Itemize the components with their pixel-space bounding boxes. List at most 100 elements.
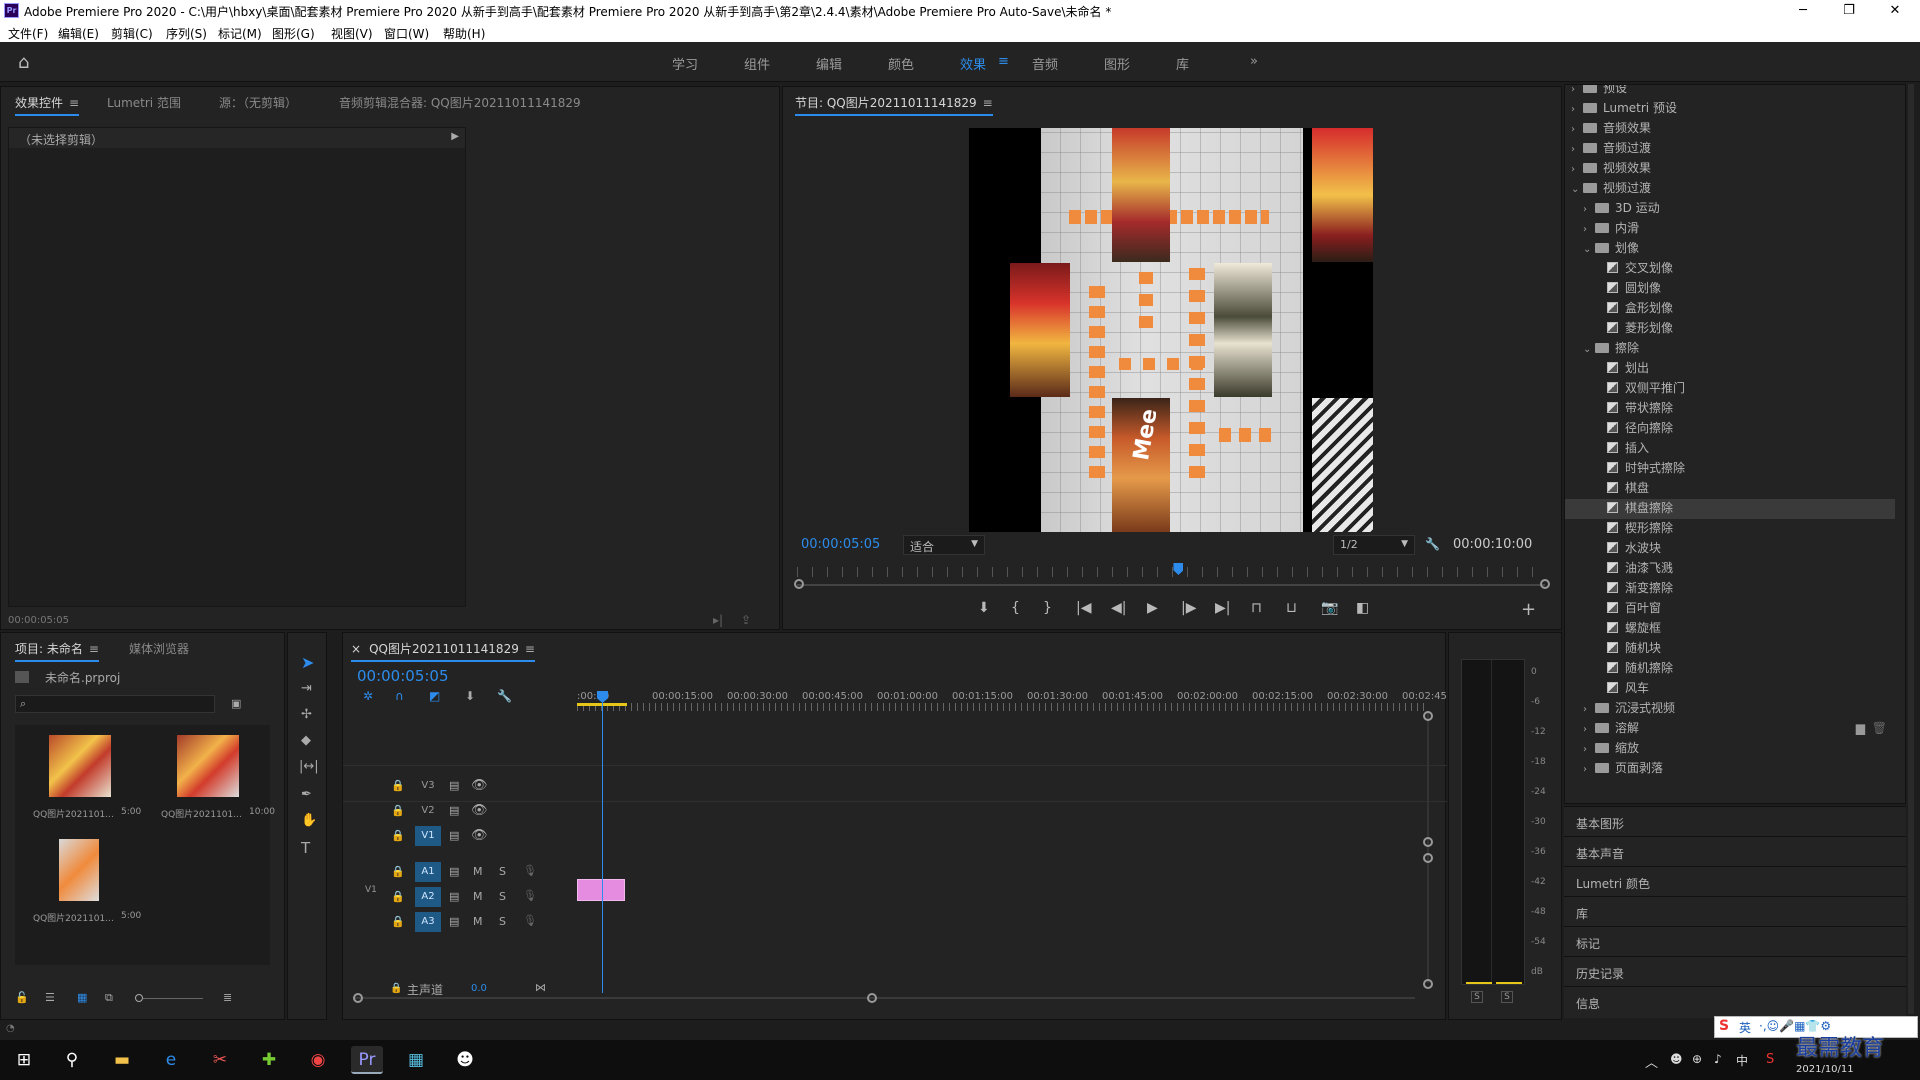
chevron-down-icon[interactable]: ⌄	[1583, 244, 1595, 255]
vscroll-handle[interactable]	[1423, 853, 1433, 863]
effects-tree-item[interactable]: 交叉划像	[1565, 259, 1895, 279]
menu-help[interactable]: 帮助(H)	[443, 25, 485, 42]
tab-project[interactable]: 项目: 未命名 ≡	[15, 640, 99, 662]
chevron-down-icon[interactable]: ⌄	[1583, 344, 1595, 355]
effects-tree-item[interactable]: › 视频效果	[1565, 159, 1895, 179]
chevron-right-icon[interactable]: ›	[1571, 164, 1583, 175]
timeline-ruler[interactable]: :00:00 00:00:15:00 00:00:30:00 00:00:45:00 0…	[577, 673, 1450, 703]
panel-libraries[interactable]: 库	[1564, 896, 1906, 926]
microphone-icon[interactable]: 🎙	[523, 864, 537, 877]
chevron-right-icon[interactable]: ›	[1583, 764, 1595, 775]
timeline-timecode[interactable]: 00:00:05:05	[357, 667, 449, 685]
play-icon[interactable]: ▶	[1147, 600, 1158, 616]
step-forward-icon[interactable]: |▶	[1181, 600, 1196, 616]
windows-start-icon[interactable]: ⊞	[8, 1046, 40, 1074]
edge-browser-icon[interactable]: e	[155, 1046, 187, 1074]
menu-clip[interactable]: 剪辑(C)	[111, 25, 153, 42]
panel-menu-icon[interactable]: ≡	[525, 642, 535, 656]
nested-sequence-icon[interactable]: ◩	[429, 689, 440, 703]
project-item[interactable]: QQ图片2021101... 5:00	[23, 833, 143, 927]
program-time-ruler[interactable]	[797, 567, 1545, 577]
volume-icon[interactable]: ♪	[1714, 1052, 1722, 1066]
effects-tree-item[interactable]: 楔形擦除	[1565, 519, 1895, 539]
menu-view[interactable]: 视图(V)	[331, 25, 373, 42]
network-icon[interactable]: ⊕	[1692, 1052, 1702, 1066]
effects-tree-item[interactable]: 带状擦除	[1565, 399, 1895, 419]
effects-tree-item[interactable]: 随机擦除	[1565, 659, 1895, 679]
sogou-logo-icon[interactable]: S	[1719, 1018, 1729, 1034]
effects-tree-item[interactable]: › 预设	[1565, 85, 1895, 99]
track-target[interactable]: V3	[415, 776, 441, 796]
workspace-learn[interactable]: 学习	[672, 54, 698, 73]
master-toggle-icon[interactable]: ⋈	[535, 981, 546, 994]
go-to-out-icon[interactable]: ▶|	[1215, 600, 1230, 616]
workspace-assembly[interactable]: 组件	[744, 54, 770, 73]
panel-essential-graphics[interactable]: 基本图形	[1564, 806, 1906, 836]
sogou-icon[interactable]: S	[1766, 1052, 1774, 1067]
microphone-icon[interactable]: 🎙	[523, 889, 537, 902]
panel-menu-icon[interactable]: ≡	[69, 96, 79, 110]
project-item[interactable]: QQ图片2021101... 5:00	[23, 731, 143, 825]
effects-tree-item[interactable]: 风车	[1565, 679, 1895, 699]
track-target[interactable]: A3	[415, 912, 441, 932]
master-lock-icon[interactable]: 🔒	[390, 983, 402, 994]
panel-menu-icon[interactable]: ≡	[983, 96, 993, 110]
tray-app-icon[interactable]: ☻	[1670, 1052, 1683, 1066]
tab-effect-controls[interactable]: 效果控件 ≡	[15, 94, 80, 116]
tab-audio-clip-mixer[interactable]: 音频剪辑混合器: QQ图片20211011141829	[339, 94, 581, 111]
effects-tree-item[interactable]: 棋盘擦除	[1565, 499, 1895, 519]
chevron-right-icon[interactable]: ›	[1571, 104, 1583, 115]
snap-icon[interactable]: ✲	[363, 689, 373, 703]
source-patch-v1[interactable]: V1	[365, 885, 377, 895]
sync-lock-icon[interactable]: ▤	[449, 804, 459, 817]
effects-tree-item[interactable]: 螺旋框	[1565, 619, 1895, 639]
sync-lock-icon[interactable]: ▤	[449, 779, 459, 792]
effects-tree-item[interactable]: › 沉浸式视频	[1565, 699, 1895, 719]
vscroll-handle[interactable]	[1423, 979, 1433, 989]
lift-icon[interactable]: ⊓	[1251, 600, 1262, 616]
workspace-effects[interactable]: 效果	[960, 54, 986, 73]
timeline-clip[interactable]	[577, 879, 625, 901]
chevron-right-icon[interactable]: ›	[1583, 704, 1595, 715]
export-frame-icon[interactable]: 📷	[1321, 600, 1338, 616]
fit-dropdown[interactable]: 适合 ▼	[903, 535, 985, 555]
workspace-more-button[interactable]: »	[1250, 54, 1258, 69]
ime-icon[interactable]: 中	[1736, 1052, 1748, 1069]
mark-out-icon[interactable]: }	[1043, 600, 1052, 616]
workspace-color[interactable]: 颜色	[888, 54, 914, 73]
effects-tree-item[interactable]: › 溶解	[1565, 719, 1895, 739]
master-volume[interactable]: 0.0	[471, 983, 487, 994]
pen-tool-icon[interactable]: ✒	[301, 787, 312, 802]
close-tab-icon[interactable]: ×	[351, 642, 361, 656]
timeline-playhead[interactable]	[602, 693, 603, 993]
close-button[interactable]: ✕	[1872, 1, 1918, 21]
tab-lumetri-scopes[interactable]: Lumetri 范围	[107, 94, 181, 111]
selection-tool-icon[interactable]: ➤	[301, 653, 314, 672]
chrome-icon[interactable]: ◉	[302, 1046, 334, 1074]
taskbar-date[interactable]: 2021/10/11	[1796, 1064, 1854, 1075]
tab-media-browser[interactable]: 媒体浏览器	[129, 640, 189, 657]
solo-left[interactable]: S	[1471, 991, 1483, 1003]
effects-tree-item[interactable]: 双侧平推门	[1565, 379, 1895, 399]
timeline-settings-icon[interactable]: 🔧	[497, 689, 512, 703]
effects-tree-item[interactable]: 圆划像	[1565, 279, 1895, 299]
eye-icon[interactable]: 👁	[471, 778, 488, 793]
sync-lock-icon[interactable]: ▤	[449, 829, 459, 842]
effects-tree-item[interactable]: 插入	[1565, 439, 1895, 459]
premiere-taskbar-icon[interactable]: Pr	[351, 1046, 383, 1074]
effects-scrollbar[interactable]	[1908, 84, 1914, 1014]
vertical-scrollbar[interactable]	[1427, 713, 1429, 983]
sort-icon[interactable]: ≣	[223, 991, 232, 1004]
add-marker-icon[interactable]: ⬇	[978, 600, 990, 616]
icon-view-icon[interactable]: ▦	[77, 991, 87, 1004]
effects-tree-item[interactable]: 百叶窗	[1565, 599, 1895, 619]
panel-menu-icon[interactable]: ≡	[89, 642, 99, 656]
comparison-view-icon[interactable]: ◧	[1356, 600, 1369, 616]
panel-history[interactable]: 历史记录	[1564, 956, 1906, 986]
track-lock-icon[interactable]: 🔒	[391, 779, 405, 792]
snipping-tool-icon[interactable]: ✂	[204, 1046, 236, 1074]
search-input[interactable]	[34, 697, 210, 711]
zoom-scroll-bar[interactable]	[797, 584, 1545, 586]
effects-tree-item[interactable]: ⌄ 视频过渡	[1565, 179, 1895, 199]
track-select-tool-icon[interactable]: ⇥	[301, 681, 312, 696]
